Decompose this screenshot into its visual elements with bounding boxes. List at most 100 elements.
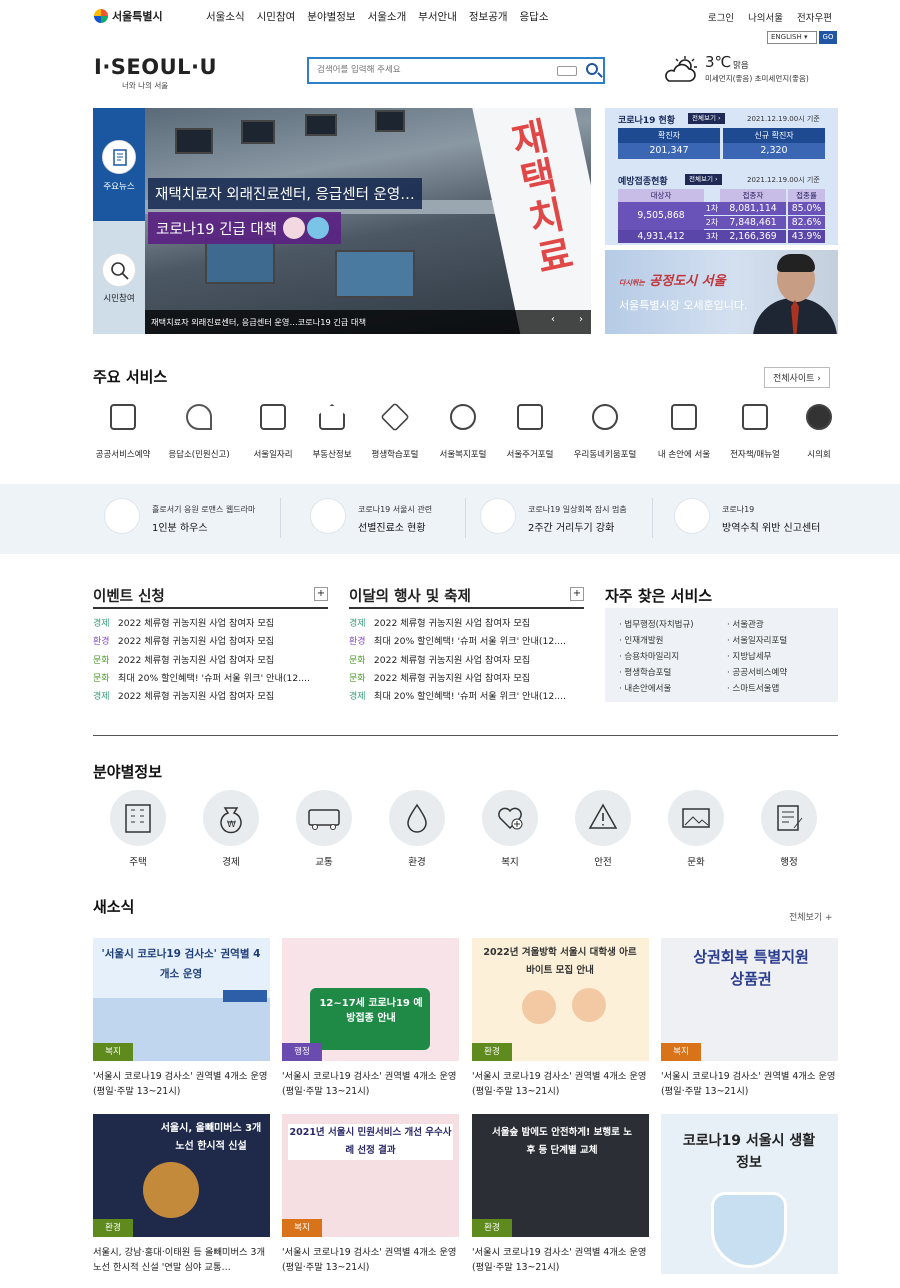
my-seoul-link[interactable]: 나의서울 [748, 10, 783, 24]
search-input[interactable] [317, 65, 547, 75]
news-card[interactable]: 12~17세 코로나19 예방접종 안내 행정 '서울시 코로나19 검사소' … [282, 938, 459, 1099]
menu-item-fields[interactable]: 분야별정보 [307, 9, 355, 24]
service-city-council[interactable]: 시의회 [779, 404, 859, 460]
field-housing[interactable]: 주택 [107, 790, 169, 868]
news-card[interactable]: 코로나19 서울시 생활정보 [661, 1114, 838, 1274]
field-label: 환경 [408, 857, 426, 868]
faq-link[interactable]: · 지방납세무 [727, 650, 772, 662]
menu-item-disclosure[interactable]: 정보공개 [469, 9, 508, 24]
news-card[interactable]: 2022년 겨울방학 서울시 대학생 아르바이트 모집 안내 환경 '서울시 코… [472, 938, 649, 1099]
mayor-slogan-small: 다시뛰는 [619, 279, 645, 287]
confirmed-box: 확진자 201,347 [618, 128, 720, 159]
faq-link[interactable]: · 서울일자리포털 [727, 634, 787, 646]
faq-link[interactable]: · 스마트서울맵 [727, 682, 779, 694]
news-thumbnail-text: 2021년 서울시 민원서비스 개선 우수사례 선정 결과 [288, 1124, 453, 1160]
list-text: 2022 체류형 귀농지원 사업 참여자 모집 [373, 654, 531, 666]
faq-link[interactable]: · 공공서비스예약 [727, 666, 787, 678]
field-welfare[interactable]: 복지 [479, 790, 541, 868]
news-thumbnail-text: 서울숲 밤에도 안전하게! 보행로 노후 등 단계별 교체 [492, 1127, 632, 1156]
vaccination-date: 2021.12.19.00시 기준 [747, 176, 820, 184]
events-more-button[interactable]: + [314, 587, 328, 601]
strip-line2: 방역수칙 위반 신고센터 [722, 523, 821, 534]
calendar-icon [110, 404, 136, 430]
list-item[interactable]: 문화 최대 20% 할인혜택! '슈퍼 서울 위크' 안내(12.... [93, 670, 328, 688]
news-card[interactable]: 상권회복 특별지원 상품권 복지 '서울시 코로나19 검사소' 권역별 4개소… [661, 938, 838, 1099]
service-housing[interactable]: 서울주거포털 [490, 404, 570, 460]
hero-subtitle[interactable]: 코로나19 긴급 대책 [148, 212, 342, 244]
list-item[interactable]: 환경 2022 체류형 귀농지원 사업 참여자 모집 [93, 633, 328, 651]
tab-citizen-participation[interactable]: 시민참여 [93, 292, 145, 304]
news-thumbnail: 12~17세 코로나19 예방접종 안내 행정 [282, 938, 459, 1061]
temperature: 3℃ [705, 53, 732, 71]
hero-next-button[interactable]: › [579, 314, 583, 325]
menu-item-departments[interactable]: 부서안내 [418, 9, 457, 24]
field-environment[interactable]: 환경 [386, 790, 448, 868]
news-tag: 복지 [282, 1219, 322, 1237]
org-name: 서울특별시 [112, 10, 163, 23]
events-section: 이벤트 신청 + 경제 2022 체류형 귀농지원 사업 참여자 모집 환경 2… [93, 585, 328, 706]
faq-link[interactable]: · 서울관광 [727, 618, 764, 630]
menu-item-participation[interactable]: 시민참여 [257, 9, 296, 24]
field-administration[interactable]: 행정 [758, 790, 820, 868]
news-caption: '서울시 코로나19 검사소' 권역별 4개소 운영(평일·주말 13~21시) [282, 1071, 457, 1097]
hero-prev-button[interactable]: ‹ [551, 314, 555, 325]
list-item[interactable]: 문화 2022 체류형 귀농지원 사업 참여자 모집 [349, 670, 584, 688]
service-kids[interactable]: 우리동네키움포털 [565, 404, 645, 460]
hero-title[interactable]: 재택치료자 외래진료센터, 응급센터 운영… [148, 178, 422, 209]
utility-links: 로그인 나의서울 전자우편 [708, 10, 832, 24]
service-complaint[interactable]: 응답소(민원신고) [159, 404, 239, 460]
email-link[interactable]: 전자우편 [797, 10, 832, 24]
faq-link[interactable]: · 인재개발원 [619, 634, 664, 646]
festivals-more-button[interactable]: + [570, 587, 584, 601]
mayor-banner[interactable]: 다시뛰는 공정도시 서울 서울특별시장 오세훈입니다. [605, 250, 838, 334]
list-item[interactable]: 환경 최대 20% 할인혜택! '슈퍼 서울 위크' 안내(12.... [349, 633, 584, 651]
vax-header-rate: 접종률 [788, 189, 825, 202]
list-item[interactable]: 문화 2022 체류형 귀농지원 사업 참여자 모집 [93, 652, 328, 670]
covid-view-all-button[interactable]: 전체보기 › [688, 113, 725, 124]
i-seoul-u-logo[interactable]: I·SEOUL·U [94, 55, 217, 79]
language-go-button[interactable]: GO [819, 31, 837, 44]
brand-tagline: 너와 나의 서울 [122, 81, 169, 90]
language-select[interactable]: ENGLISH ▾ [767, 31, 817, 44]
list-item[interactable]: 문화 2022 체류형 귀농지원 사업 참여자 모집 [349, 652, 584, 670]
menu-item-news[interactable]: 서울소식 [206, 9, 245, 24]
list-item[interactable]: 경제 2022 체류형 귀농지원 사업 참여자 모집 [93, 688, 328, 706]
news-view-all-link[interactable]: 전체보기 + [789, 910, 833, 923]
search-icon[interactable] [586, 63, 598, 75]
faq-link[interactable]: · 승용차마일리지 [619, 650, 679, 662]
list-item[interactable]: 경제 2022 체류형 귀농지원 사업 참여자 모집 [349, 615, 584, 633]
news-thumbnail-text: 서울시, 올빼미버스 3개 노선 한시적 신설 [160, 1123, 262, 1152]
news-card[interactable]: 2021년 서울시 민원서비스 개선 우수사례 선정 결과 복지 '서울시 코로… [282, 1114, 459, 1275]
phone-document-icon [671, 404, 697, 430]
menu-item-response[interactable]: 응답소 [520, 9, 549, 24]
field-traffic[interactable]: 교통 [293, 790, 355, 868]
vaccination-view-all-button[interactable]: 전체보기 › [685, 174, 722, 185]
news-card[interactable]: 서울숲 밤에도 안전하게! 보행로 노후 등 단계별 교체 환경 '서울시 코로… [472, 1114, 649, 1275]
seoul-logo[interactable]: 서울특별시 [94, 8, 163, 24]
field-economy[interactable]: ₩ 경제 [200, 790, 262, 868]
list-text: 2022 체류형 귀농지원 사업 참여자 모집 [373, 618, 531, 629]
login-link[interactable]: 로그인 [708, 10, 734, 24]
list-item[interactable]: 경제 2022 체류형 귀농지원 사업 참여자 모집 [93, 615, 328, 633]
news-tag: 복지 [661, 1043, 701, 1061]
faq-link[interactable]: · 법무행정(자치법규) [619, 618, 694, 630]
all-sites-button[interactable]: 전체사이트 › [764, 367, 830, 388]
field-safety[interactable]: 안전 [572, 790, 634, 868]
keyboard-icon[interactable] [557, 66, 577, 76]
field-culture[interactable]: 문화 [665, 790, 727, 868]
faq-link[interactable]: · 평생학습포털 [619, 666, 671, 678]
vax-count-2: 7,848,461 [720, 216, 786, 229]
news-card[interactable]: '서울시 코로나19 검사소' 권역별 4개소 운영 복지 '서울시 코로나19… [93, 938, 270, 1099]
service-label: 공공서비스예약 [95, 450, 151, 460]
hero-subtitle-text: 코로나19 긴급 대책 [156, 221, 278, 238]
vax-rate-2: 82.6% [788, 216, 825, 229]
festivals-title: 이달의 행사 및 축제 [349, 589, 471, 605]
list-item[interactable]: 경제 최대 20% 할인혜택! '슈퍼 서울 위크' 안내(12.... [349, 688, 584, 706]
faq-link[interactable]: · 내손안에서울 [619, 682, 671, 694]
menu-item-about[interactable]: 서울소개 [368, 9, 407, 24]
service-seoul-in-hand[interactable]: 내 손안에 서울 [644, 404, 724, 460]
service-public-reservation[interactable]: 공공서비스예약 [83, 404, 163, 460]
news-card[interactable]: 서울시, 올빼미버스 3개 노선 한시적 신설 환경 서울시, 강남·홍대·이태… [93, 1114, 270, 1275]
tab-main-news[interactable]: 주요뉴스 [93, 108, 145, 221]
confirmed-value: 201,347 [618, 143, 720, 159]
